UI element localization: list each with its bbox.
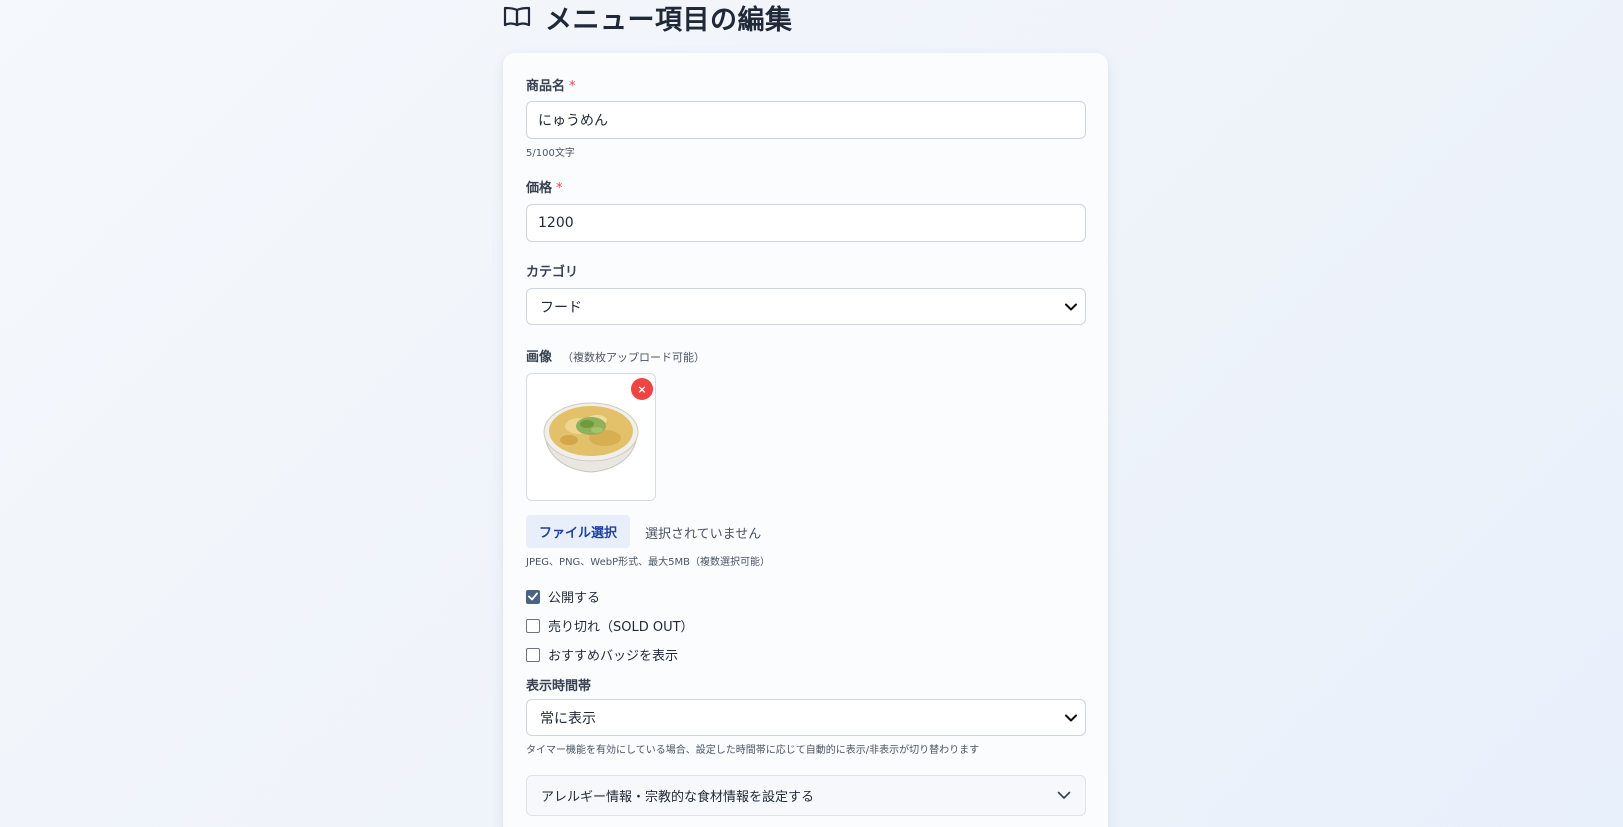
images-label-text: 画像 (526, 350, 553, 365)
checkbox-sold-out[interactable]: 売り切れ（SOLD OUT） (526, 616, 694, 635)
checkbox-label: おすすめバッジを表示 (548, 649, 679, 664)
image-format-helper: JPEG、PNG、WebP形式、最大5MB（複数選択可能） (526, 557, 770, 568)
checkbox-publish[interactable]: 公開する (526, 587, 600, 606)
checkbox-label: 公開する (548, 591, 601, 606)
chevron-down-icon (1065, 303, 1077, 310)
accordion-label: アレルギー情報・宗教的な食材情報を設定する (541, 790, 815, 805)
checkbox-label: 売り切れ（SOLD OUT） (548, 620, 694, 635)
checkbox-box[interactable] (526, 647, 540, 662)
product-name-counter: 5/100文字 (526, 148, 575, 159)
chevron-down-icon (1057, 791, 1071, 799)
book-icon (503, 6, 531, 27)
category-selected-value: フード (540, 299, 582, 316)
check-icon (528, 592, 538, 601)
checkbox-box[interactable] (526, 618, 540, 633)
page-title: メニュー項目の編集 (545, 4, 793, 36)
product-name-label: 商品名 * (526, 75, 576, 94)
chevron-down-icon (1065, 714, 1077, 721)
checkbox-recommended-badge[interactable]: おすすめバッジを表示 (526, 645, 678, 664)
images-label-note: （複数枚アップロード可能） (562, 351, 706, 364)
images-label: 画像 （複数枚アップロード可能） (526, 346, 705, 365)
remove-image-button[interactable]: × (631, 378, 653, 400)
category-label: カテゴリ (526, 261, 578, 280)
image-thumbnail: × (526, 373, 656, 501)
page-header: メニュー項目の編集 (503, 0, 793, 36)
price-label: 価格 * (526, 177, 563, 196)
display-time-helper: タイマー機能を有効にしている場合、設定した時間帯に応じて自動的に表示/非表示が切… (526, 745, 980, 756)
allergy-info-accordion[interactable]: アレルギー情報・宗教的な食材情報を設定する (526, 775, 1086, 816)
product-name-label-text: 商品名 (526, 79, 566, 94)
product-name-input[interactable] (526, 101, 1086, 139)
edit-form-card: 商品名 * 5/100文字 価格 * カテゴリ フード 画像 （複数枚アップロー… (503, 53, 1108, 827)
display-time-selected-value: 常に表示 (540, 710, 596, 727)
display-time-label-text: 表示時間帯 (526, 679, 592, 694)
required-mark: * (569, 79, 576, 94)
category-select[interactable]: フード (526, 288, 1086, 325)
price-label-text: 価格 (526, 181, 553, 196)
file-status-text: 選択されていません (645, 527, 762, 542)
price-input[interactable] (526, 204, 1086, 242)
food-photo (543, 402, 639, 473)
required-mark: * (556, 181, 563, 196)
display-time-label: 表示時間帯 (526, 675, 591, 694)
display-time-select[interactable]: 常に表示 (526, 699, 1086, 736)
checkbox-box-checked[interactable] (526, 589, 540, 604)
category-label-text: カテゴリ (526, 265, 579, 280)
file-select-button[interactable]: ファイル選択 (526, 515, 630, 548)
